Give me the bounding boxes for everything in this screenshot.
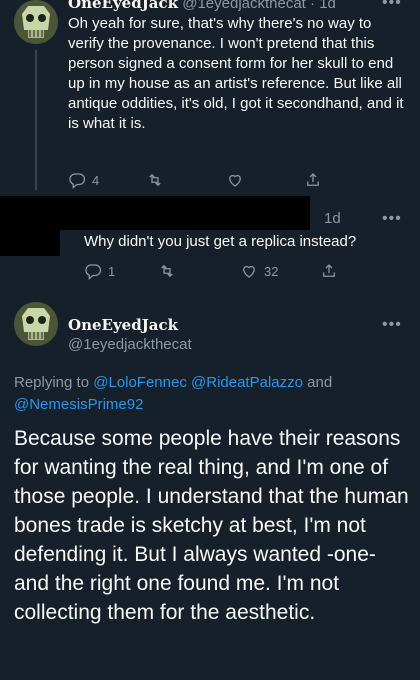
tweet-text: Why didn't you just get a replica instea… — [84, 233, 357, 250]
avatar[interactable] — [14, 302, 58, 346]
retweet-icon — [161, 264, 173, 278]
reply-icon — [69, 173, 86, 189]
skull-avatar-icon — [14, 302, 58, 346]
action-bar: 4 — [68, 171, 322, 189]
action-bar: 1 32 — [84, 262, 338, 280]
author-name-row: OneEyedJack — [68, 316, 178, 334]
display-name[interactable]: OneEyedJack — [68, 316, 178, 334]
share-button[interactable] — [304, 171, 322, 189]
retweet-icon — [149, 173, 161, 187]
skull-avatar-icon — [14, 0, 58, 44]
mention-link[interactable]: @RideatPalazzo — [191, 374, 303, 391]
like-icon — [229, 174, 241, 187]
like-icon — [243, 265, 255, 278]
author-handle-row: @1eyedjackthecat — [68, 336, 192, 353]
replying-to: Replying to @LoloFennec @RideatPalazzo a… — [14, 372, 404, 416]
thread-line — [35, 50, 37, 190]
replying-to-label: Replying to — [14, 374, 90, 391]
mention-link[interactable]: @NemesisPrime92 — [14, 396, 143, 413]
reply-button[interactable]: 1 — [84, 262, 158, 280]
retweet-button[interactable] — [158, 262, 240, 280]
like-button[interactable]: 32 — [240, 262, 320, 280]
reply-count: 4 — [92, 172, 100, 188]
tweet-header: 1d — [324, 210, 341, 227]
reply-icon — [85, 264, 102, 280]
handle[interactable]: @1eyedjackthecat — [68, 336, 192, 353]
share-icon — [323, 264, 335, 277]
handle[interactable]: @1eyedjackthecat — [182, 0, 306, 12]
more-icon[interactable]: ••• — [382, 210, 402, 228]
like-count: 32 — [264, 263, 279, 279]
timestamp[interactable]: 1d — [324, 210, 341, 227]
share-button[interactable] — [320, 262, 338, 280]
mention-link[interactable]: @LoloFennec — [93, 374, 187, 391]
redaction-bar — [0, 196, 310, 230]
retweet-button[interactable] — [146, 171, 226, 189]
timestamp[interactable]: · 1d — [310, 0, 336, 12]
share-icon — [307, 173, 319, 186]
display-name[interactable]: OneEyedJack — [68, 0, 178, 12]
more-icon[interactable]: ••• — [382, 316, 402, 334]
reply-button[interactable]: 4 — [68, 171, 146, 189]
more-icon[interactable]: ••• — [382, 0, 402, 12]
tweet-text: Oh yeah for sure, that's why there's no … — [68, 15, 404, 132]
redaction-bar — [0, 226, 60, 256]
like-button[interactable] — [226, 171, 304, 189]
main-tweet-text: Because some people have their reasons f… — [14, 427, 409, 624]
avatar[interactable] — [14, 0, 58, 44]
tweet-header: OneEyedJack @1eyedjackthecat · 1d — [68, 0, 336, 12]
reply-count: 1 — [108, 263, 116, 279]
replying-to-and: and — [307, 374, 333, 391]
